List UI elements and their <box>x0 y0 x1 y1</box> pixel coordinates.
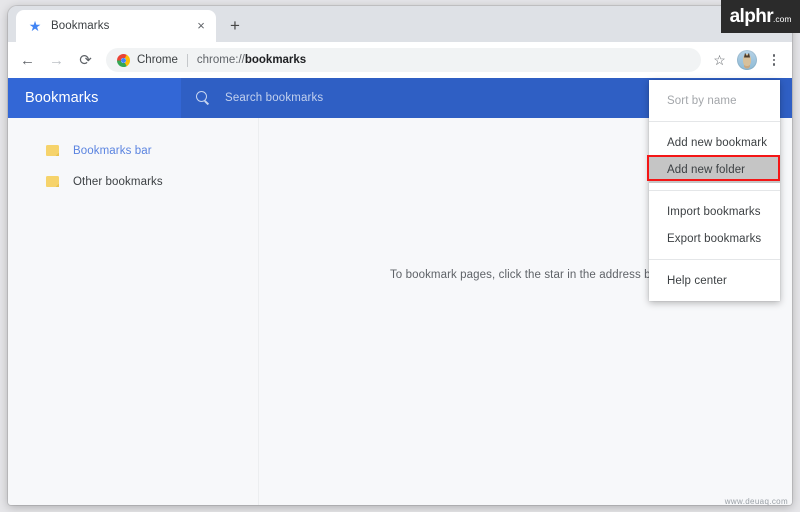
deuaq-watermark: www.deuaq.com <box>724 497 788 506</box>
address-bar[interactable]: Chrome chrome://bookmarks <box>106 48 701 72</box>
menu-separator <box>649 259 780 260</box>
omnibox-url: chrome://bookmarks <box>197 54 306 66</box>
menu-item-import-bookmarks[interactable]: Import bookmarks <box>649 198 780 225</box>
page-title: Bookmarks <box>25 90 99 106</box>
alphr-watermark: alphr.com <box>721 0 800 33</box>
alphr-watermark-suffix: .com <box>773 14 792 24</box>
close-icon[interactable]: × <box>192 17 210 35</box>
bookmark-star-icon[interactable]: ☆ <box>707 48 732 73</box>
omnibox-url-path: bookmarks <box>244 54 307 66</box>
menu-item-sort-by-name[interactable]: Sort by name <box>649 87 780 114</box>
bookmarks-options-menu: Sort by name Add new bookmark Add new fo… <box>649 80 780 301</box>
alphr-watermark-text: alphr.com <box>730 7 792 26</box>
tab-strip: ★ Bookmarks × + <box>8 6 792 42</box>
sidebar-item-label: Other bookmarks <box>73 175 163 188</box>
bookmarks-manager-page: Bookmarks Search bookmarks Bookmarks bar… <box>8 78 792 505</box>
chrome-logo-icon <box>117 53 130 67</box>
sidebar-item-bookmarks-bar[interactable]: Bookmarks bar <box>8 135 258 166</box>
sidebar-item-other-bookmarks[interactable]: Other bookmarks <box>8 166 258 197</box>
menu-item-add-new-folder[interactable]: Add new folder <box>649 156 780 183</box>
browser-window: ★ Bookmarks × + ← → ⟳ Chrome chrome://bo… <box>8 6 792 505</box>
back-icon[interactable]: ← <box>14 47 41 74</box>
star-icon: ★ <box>28 18 42 34</box>
menu-separator <box>649 121 780 122</box>
search-icon <box>195 90 211 106</box>
forward-icon[interactable]: → <box>43 47 70 74</box>
folder-icon <box>46 145 59 156</box>
omnibox-divider <box>186 53 188 67</box>
reload-icon[interactable]: ⟳ <box>72 47 99 74</box>
new-tab-icon[interactable]: + <box>224 15 246 37</box>
menu-item-add-new-bookmark[interactable]: Add new bookmark <box>649 129 780 156</box>
bookmarks-sidebar: Bookmarks bar Other bookmarks <box>8 118 258 505</box>
sidebar-item-label: Bookmarks bar <box>73 144 152 157</box>
desktop-background: ★ Bookmarks × + ← → ⟳ Chrome chrome://bo… <box>0 0 800 512</box>
omnibox-url-prefix: chrome:// <box>196 54 245 66</box>
three-dot-menu-icon[interactable] <box>762 47 786 73</box>
menu-separator <box>649 190 780 191</box>
menu-item-help-center[interactable]: Help center <box>649 267 780 294</box>
tab-bookmarks[interactable]: ★ Bookmarks × <box>16 10 216 42</box>
browser-toolbar: ← → ⟳ Chrome chrome://bookmarks ☆ <box>8 42 792 78</box>
folder-icon <box>46 176 59 187</box>
tab-title: Bookmarks <box>51 20 110 32</box>
search-placeholder: Search bookmarks <box>225 92 324 104</box>
alphr-watermark-main: alphr <box>729 6 774 27</box>
menu-item-export-bookmarks[interactable]: Export bookmarks <box>649 225 780 252</box>
omnibox-scheme-label: Chrome <box>137 54 178 66</box>
avatar[interactable] <box>737 50 757 70</box>
